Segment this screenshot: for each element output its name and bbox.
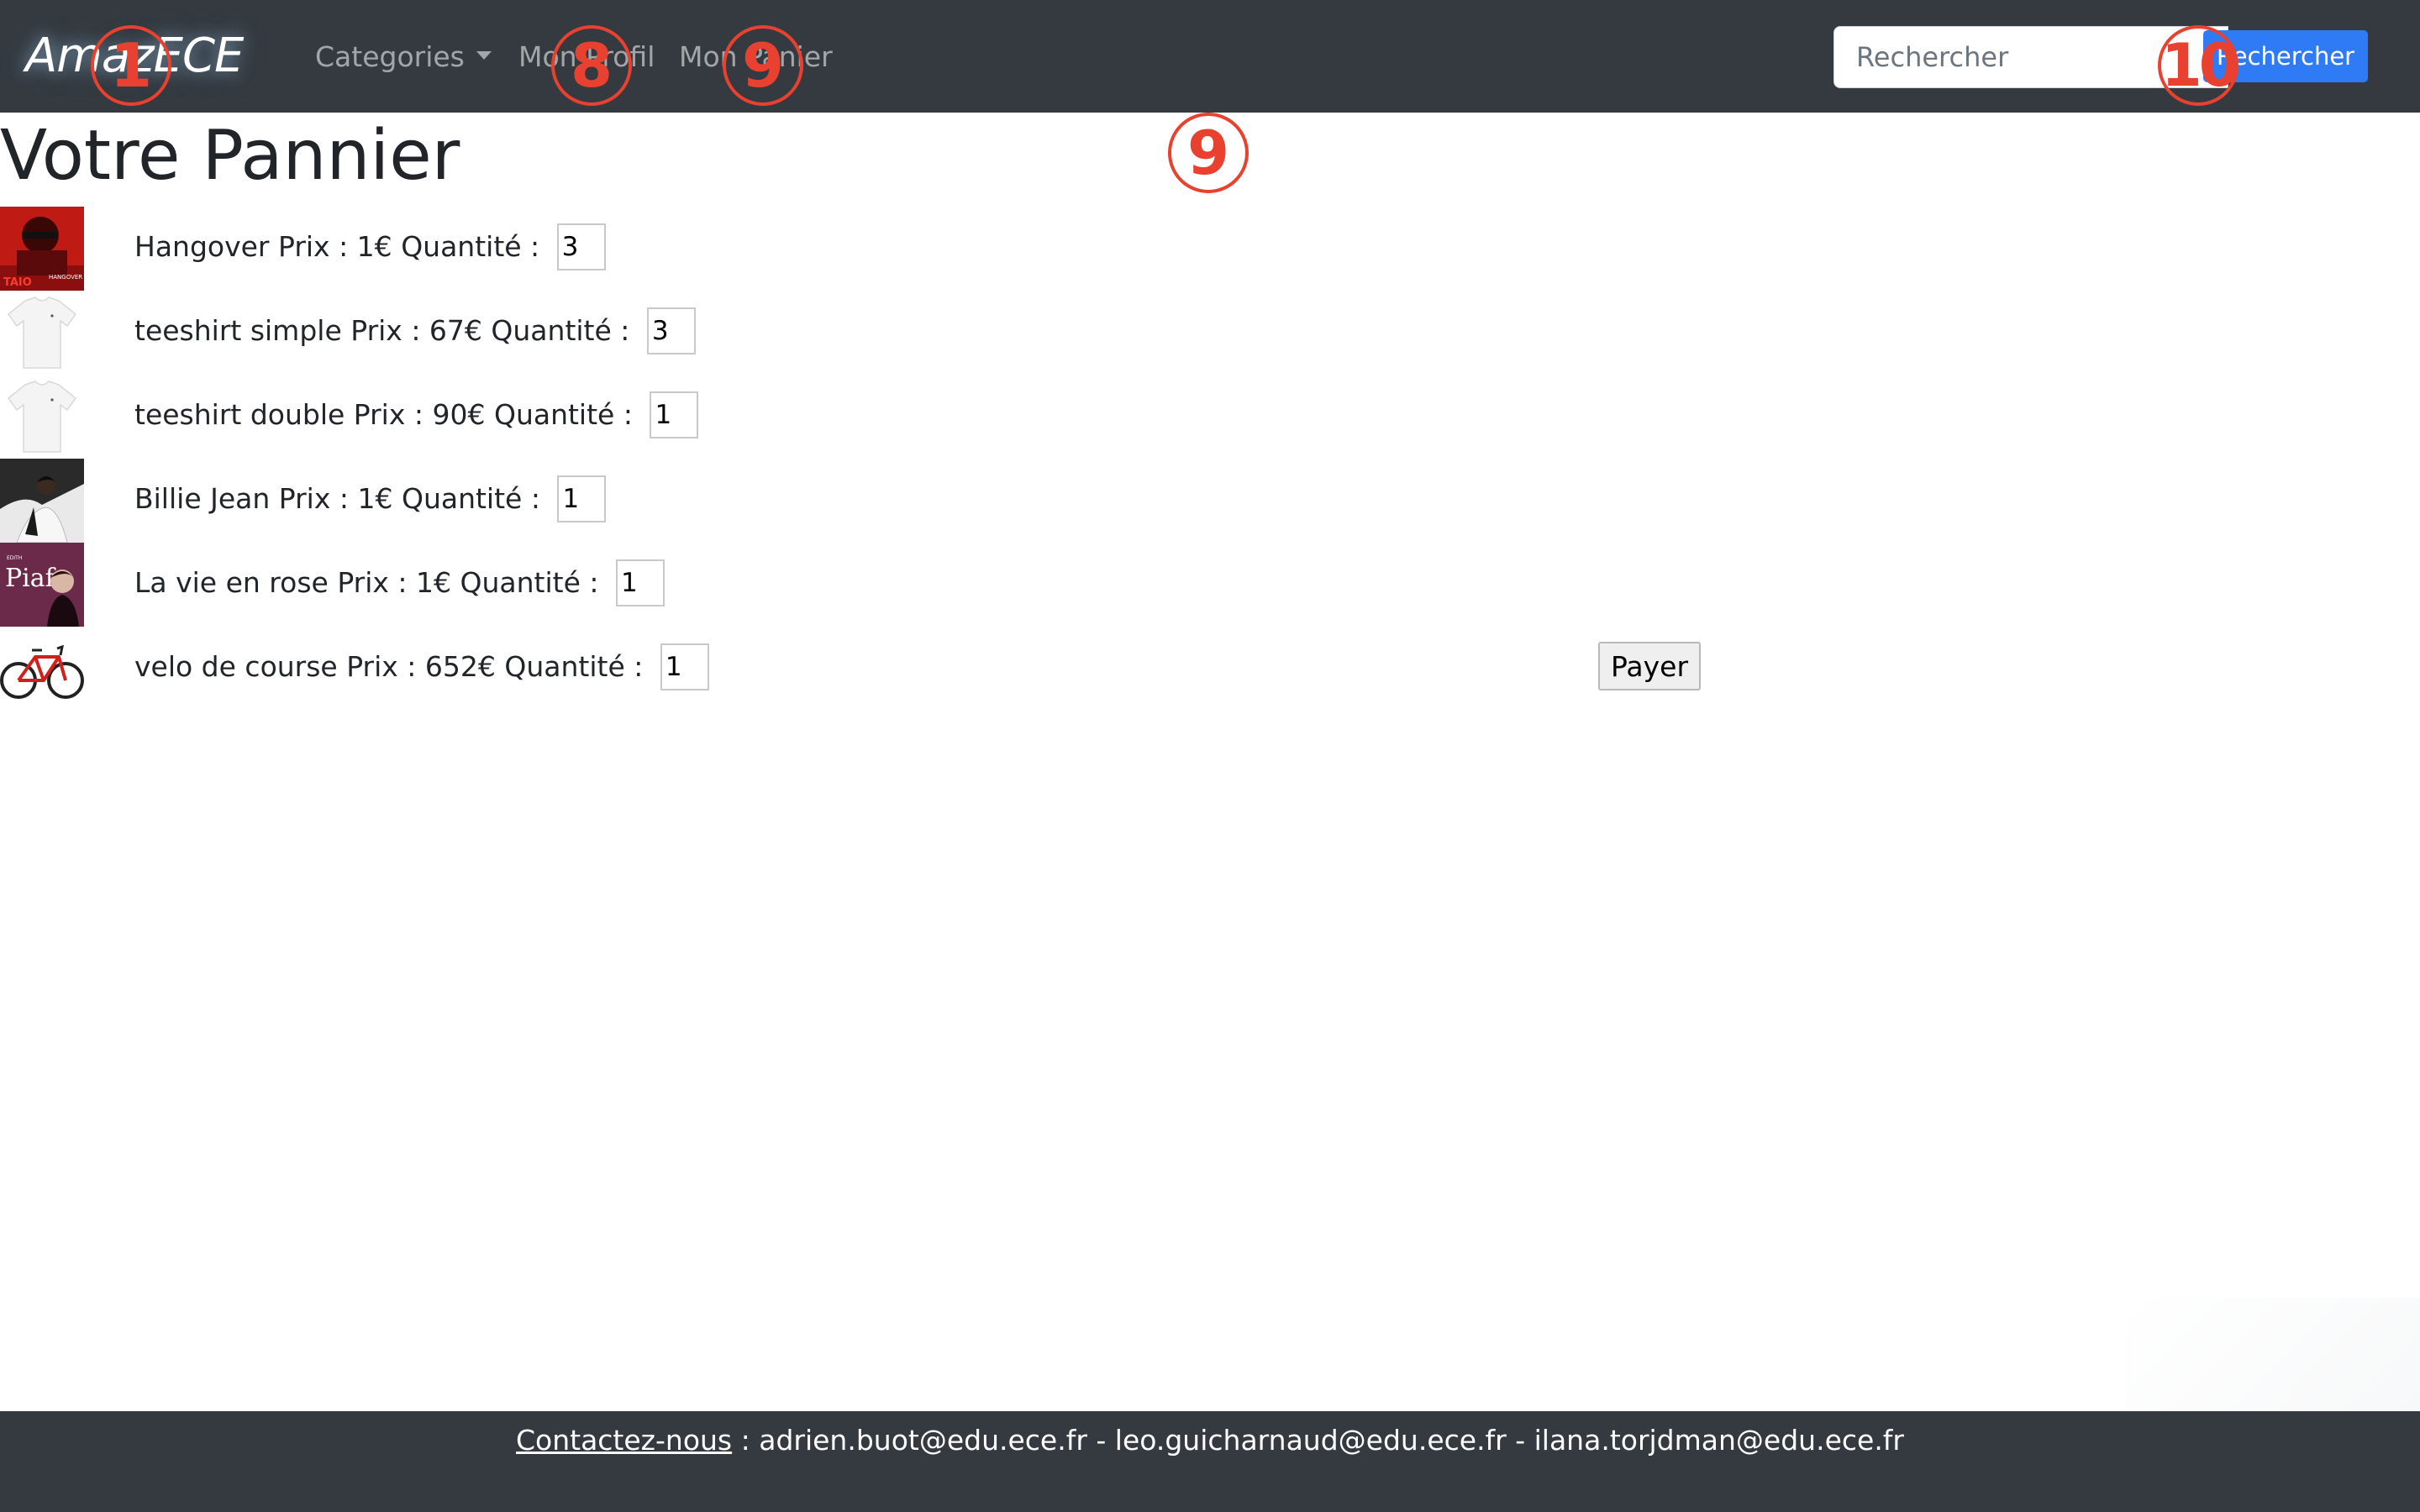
page-title: Votre Pannier bbox=[0, 116, 460, 196]
quantity-input[interactable] bbox=[650, 391, 699, 438]
cart-item: Billie Jean Prix : 1€ Quantité : bbox=[0, 459, 756, 543]
search-input[interactable] bbox=[1833, 26, 2228, 88]
cart-item-line: velo de course Prix : 652€ Quantité : bbox=[134, 643, 709, 690]
item-qty-label: Quantité : bbox=[491, 314, 630, 347]
quantity-input[interactable] bbox=[616, 559, 665, 606]
white-tshirt-image bbox=[0, 291, 84, 375]
brand-logo[interactable]: AmazECE bbox=[25, 18, 277, 94]
item-name: velo de course bbox=[134, 650, 338, 683]
item-name: Billie Jean bbox=[134, 482, 271, 515]
item-name: teeshirt simple bbox=[134, 314, 342, 347]
cart-item-line: Billie Jean Prix : 1€ Quantité : bbox=[134, 475, 607, 522]
item-qty-label: Quantité : bbox=[460, 566, 599, 599]
cart-item: teeshirt double Prix : 90€ Quantité : bbox=[0, 375, 756, 459]
album-cover-piaf-image: Piaf EDITH bbox=[0, 543, 84, 627]
footer-contact-line: Contactez-nous : adrien.buot@edu.ece.fr … bbox=[0, 1420, 2420, 1462]
svg-text:TAIO: TAIO bbox=[3, 276, 32, 289]
album-cover-thriller-image bbox=[0, 459, 84, 543]
item-qty-label: Quantité : bbox=[401, 230, 540, 263]
cart-item: TAIO HANGOVER Hangover Prix : 1€ Quantit… bbox=[0, 207, 756, 291]
album-cover-hangover-image: TAIO HANGOVER bbox=[0, 207, 84, 291]
footer-emails: : adrien.buot@edu.ece.fr - leo.guicharna… bbox=[732, 1424, 1904, 1457]
red-bicycle-image bbox=[0, 627, 84, 711]
item-price: Prix : 90€ bbox=[353, 398, 486, 431]
item-qty-label: Quantité : bbox=[504, 650, 644, 683]
annotation-marker: 9 bbox=[1168, 113, 1249, 193]
cart-item-line: teeshirt double Prix : 90€ Quantité : bbox=[134, 391, 699, 438]
footer: Contactez-nous : adrien.buot@edu.ece.fr … bbox=[0, 1411, 2420, 1512]
nav-cart-link[interactable]: Mon Panier bbox=[679, 35, 833, 79]
cart-item: Piaf EDITH La vie en rose Prix : 1€ Quan… bbox=[0, 543, 756, 627]
nav-categories-label: Categories bbox=[315, 40, 465, 73]
quantity-input[interactable] bbox=[557, 475, 607, 522]
quantity-input[interactable] bbox=[660, 643, 709, 690]
nav-profile-link[interactable]: Mon Profil bbox=[518, 35, 655, 79]
quantity-input[interactable] bbox=[646, 307, 696, 354]
top-navbar: AmazECE Categories Mon Profil Mon Panier… bbox=[0, 0, 2420, 113]
item-price: Prix : 1€ bbox=[278, 230, 392, 263]
item-name: Hangover bbox=[134, 230, 270, 263]
white-tshirt-image bbox=[0, 375, 84, 459]
cart-item-line: Hangover Prix : 1€ Quantité : bbox=[134, 223, 606, 270]
cart-item-line: La vie en rose Prix : 1€ Quantité : bbox=[134, 559, 665, 606]
nav-categories-dropdown[interactable]: Categories bbox=[315, 35, 492, 79]
item-qty-label: Quantité : bbox=[401, 482, 540, 515]
item-name: teeshirt double bbox=[134, 398, 345, 431]
item-qty-label: Quantité : bbox=[493, 398, 633, 431]
cart-item-line: teeshirt simple Prix : 67€ Quantité : bbox=[134, 307, 696, 354]
item-price: Prix : 1€ bbox=[278, 482, 393, 515]
item-price: Prix : 652€ bbox=[346, 650, 496, 683]
contact-link[interactable]: Contactez-nous bbox=[516, 1424, 732, 1457]
item-name: La vie en rose bbox=[134, 566, 329, 599]
item-price: Prix : 67€ bbox=[350, 314, 482, 347]
search-button[interactable]: Rechercher bbox=[2203, 30, 2368, 82]
svg-text:EDITH: EDITH bbox=[7, 555, 22, 561]
quantity-input[interactable] bbox=[556, 223, 606, 270]
item-price: Prix : 1€ bbox=[337, 566, 452, 599]
pay-button[interactable]: Payer bbox=[1598, 642, 1701, 690]
svg-text:HANGOVER: HANGOVER bbox=[49, 274, 82, 281]
cart-item: velo de course Prix : 652€ Quantité : bbox=[0, 627, 756, 711]
chevron-down-icon bbox=[476, 50, 492, 60]
cart-item: teeshirt simple Prix : 67€ Quantité : bbox=[0, 291, 756, 375]
svg-text:Piaf: Piaf bbox=[5, 564, 56, 593]
